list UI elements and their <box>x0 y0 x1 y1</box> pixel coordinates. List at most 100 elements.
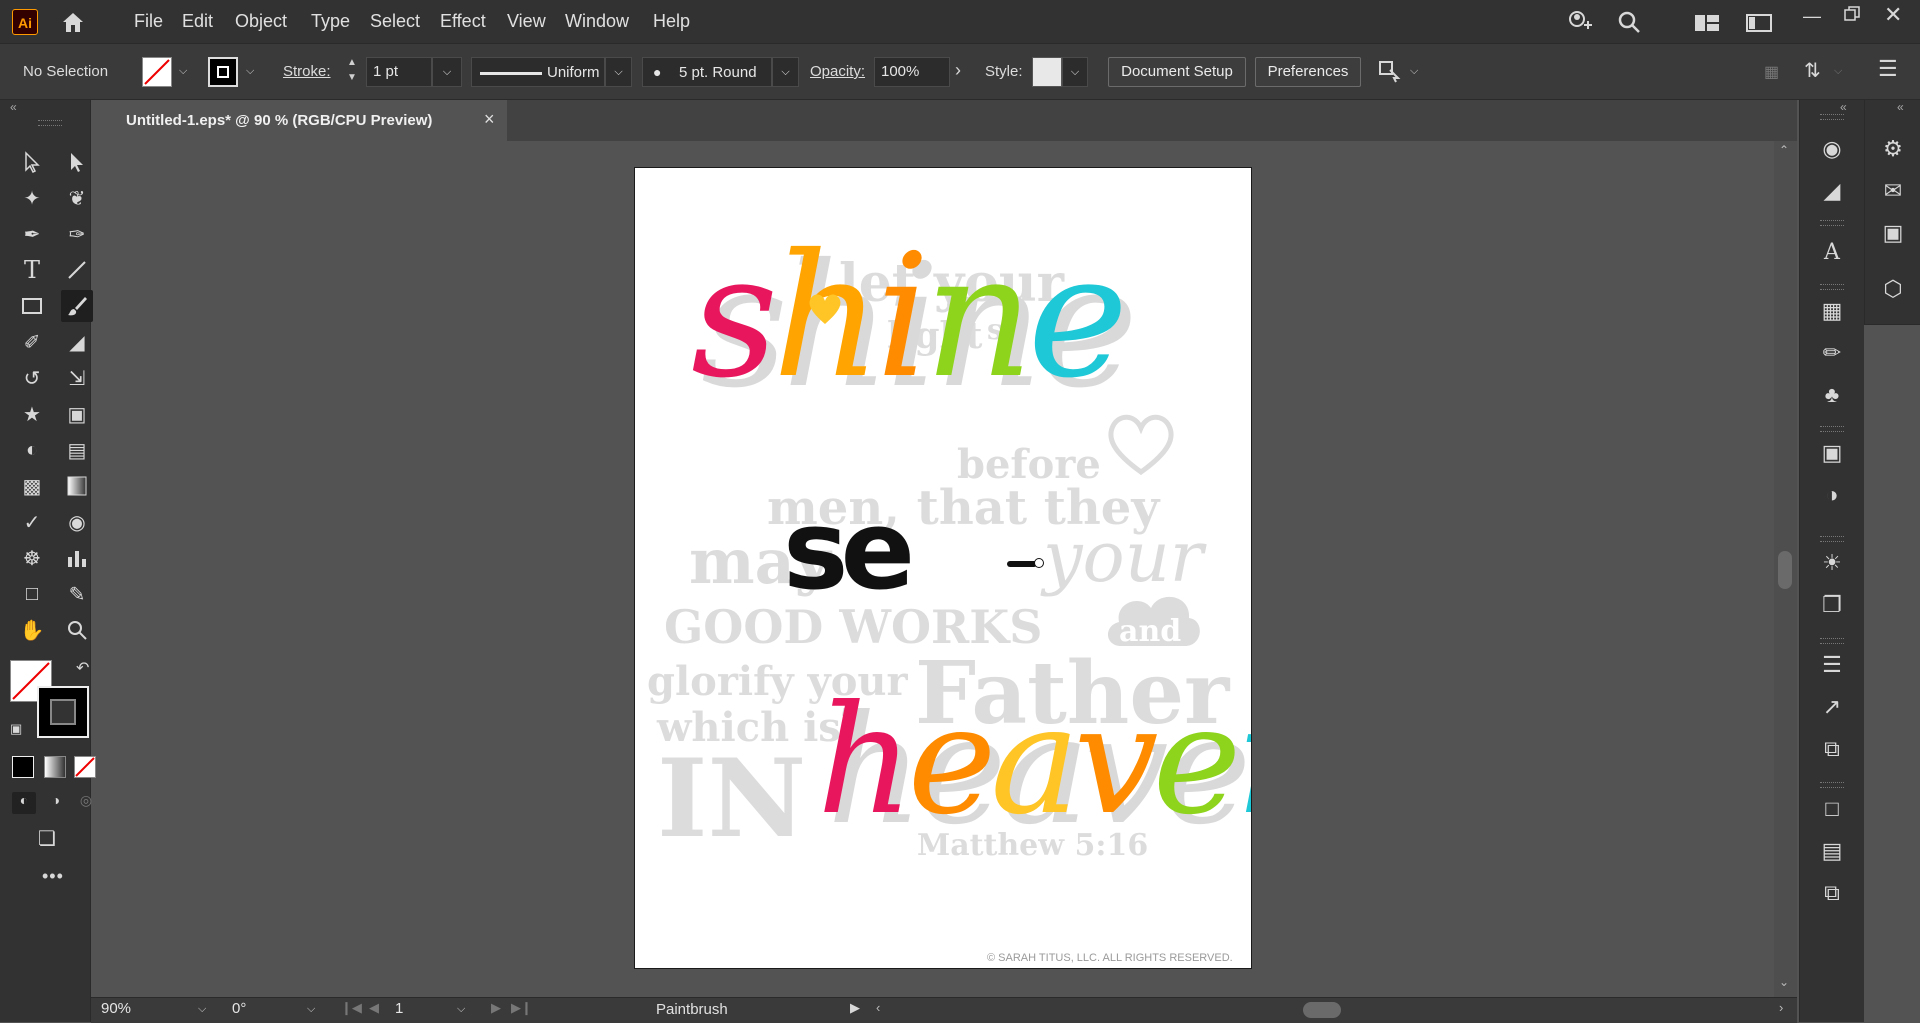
artboards-panel-icon[interactable]: ⧉ <box>1812 736 1852 762</box>
quick-actions-dropdown-icon[interactable]: ⌵ <box>1410 65 1418 78</box>
stroke-color-swatch[interactable] <box>37 686 89 738</box>
artboard[interactable]: let your light so before men, that they … <box>634 167 1252 969</box>
collapse-dock-icon[interactable]: « <box>1840 100 1847 114</box>
paintbrush-tool-icon[interactable] <box>61 290 93 322</box>
preferences-button[interactable]: Preferences <box>1255 57 1361 87</box>
menu-window[interactable]: Window <box>565 11 629 32</box>
layers-panel-icon[interactable]: ☰ <box>1812 652 1852 678</box>
last-artboard-icon[interactable]: ▶❙ <box>511 1000 532 1016</box>
brushes-panel-icon[interactable]: ✏ <box>1812 340 1852 366</box>
dock-grip[interactable] <box>1820 782 1844 788</box>
fill-dropdown-chevron-icon[interactable]: ⌵ <box>179 65 187 78</box>
rectangle-tool-icon[interactable] <box>16 290 48 322</box>
fill-swatch[interactable] <box>142 57 172 87</box>
draw-inside-icon[interactable]: ◎ <box>74 792 98 814</box>
comments-panel-icon[interactable]: ✉ <box>1873 178 1913 204</box>
menu-help[interactable]: Help <box>653 11 690 32</box>
panel-grip[interactable] <box>38 120 62 126</box>
transform-dropdown-icon[interactable]: ⌵ <box>1834 65 1842 78</box>
transform-panel-icon[interactable]: □ <box>1812 796 1852 822</box>
opacity-field[interactable]: 100% <box>874 57 950 87</box>
selection-tool-icon[interactable] <box>16 146 48 178</box>
style-swatch[interactable] <box>1032 57 1062 87</box>
zoom-tool-icon[interactable] <box>61 614 93 646</box>
artboard-tool-icon[interactable]: □ <box>16 578 48 610</box>
scroll-down-icon[interactable]: ⌄ <box>1779 975 1789 989</box>
gradient-tool-icon[interactable] <box>61 470 93 502</box>
rotation-field[interactable]: 0° <box>226 998 296 1022</box>
menu-edit[interactable]: Edit <box>182 11 213 32</box>
lasso-tool-icon[interactable]: ❦ <box>61 182 93 214</box>
dock-grip[interactable] <box>1820 638 1844 644</box>
graphic-styles-panel-icon[interactable]: ❐ <box>1812 592 1852 618</box>
panel-menu-icon[interactable]: ☰ <box>1878 56 1898 82</box>
symbol-sprayer-tool-icon[interactable]: ☸ <box>16 542 48 574</box>
magic-wand-tool-icon[interactable]: ✦ <box>16 182 48 214</box>
menu-file[interactable]: File <box>134 11 163 32</box>
transparency-panel-icon[interactable]: ◑ <box>1812 482 1852 508</box>
screen-mode-icon[interactable]: ❏ <box>38 826 56 851</box>
first-artboard-icon[interactable]: ❙◀ <box>341 1000 362 1016</box>
arrange-documents-icon[interactable] <box>1694 14 1720 37</box>
dock-grip[interactable] <box>1820 220 1844 226</box>
close-window-icon[interactable]: ✕ <box>1884 2 1902 28</box>
menu-view[interactable]: View <box>507 11 546 32</box>
collapse-panel-icon[interactable]: « <box>10 100 17 114</box>
scale-tool-icon[interactable]: ⇲ <box>61 362 93 394</box>
vertical-scrollbar[interactable]: ⌃ ⌄ <box>1774 141 1797 997</box>
artboard-dropdown-icon[interactable]: ⌵ <box>457 1003 465 1016</box>
brush-definition-select[interactable]: ● 5 pt. Round <box>642 57 772 87</box>
workspace-switcher-icon[interactable] <box>1746 14 1772 37</box>
shaper-tool-icon[interactable]: ✐ <box>16 326 48 358</box>
align-panel-icon[interactable]: ▤ <box>1812 838 1852 864</box>
minimize-icon[interactable]: — <box>1803 6 1821 27</box>
direct-selection-tool-icon[interactable] <box>61 146 93 178</box>
zoom-dropdown-icon[interactable]: ⌵ <box>198 1003 206 1016</box>
scroll-left-icon[interactable]: ‹ <box>876 1000 880 1015</box>
column-graph-tool-icon[interactable] <box>61 542 93 574</box>
search-icon[interactable] <box>1617 10 1641 39</box>
stroke-weight-dropdown[interactable]: ⌵ <box>432 57 462 87</box>
stroke-swatch[interactable] <box>208 57 238 87</box>
document-tab[interactable]: Untitled-1.eps* @ 90 % (RGB/CPU Preview)… <box>91 100 507 141</box>
pen-tool-icon[interactable]: ✒ <box>16 218 48 250</box>
gradient-mode-icon[interactable] <box>44 756 66 778</box>
collapse-dock-secondary-icon[interactable]: « <box>1897 100 1904 114</box>
menu-select[interactable]: Select <box>370 11 420 32</box>
quick-actions-icon[interactable] <box>1376 58 1402 89</box>
slice-tool-icon[interactable]: ✎ <box>61 578 93 610</box>
libraries-panel-icon[interactable]: ▣ <box>1873 220 1913 246</box>
status-menu-arrow-icon[interactable]: ▶ <box>850 1000 860 1016</box>
align-grid-icon[interactable]: ▦ <box>1764 62 1779 82</box>
menu-type[interactable]: Type <box>311 11 350 32</box>
restore-icon[interactable] <box>1843 5 1861 28</box>
stroke-stepper[interactable]: ▲ ▼ <box>345 55 359 89</box>
curvature-tool-icon[interactable]: ✑ <box>61 218 93 250</box>
vertical-scroll-thumb[interactable] <box>1778 551 1792 589</box>
eyedropper-tool-icon[interactable]: ✓ <box>16 506 48 538</box>
swatches-panel-icon[interactable]: ▦ <box>1812 298 1852 324</box>
puppet-warp-tool-icon[interactable]: ★ <box>16 398 48 430</box>
character-panel-icon[interactable]: A <box>1812 240 1852 265</box>
rotation-dropdown-icon[interactable]: ⌵ <box>307 1003 315 1016</box>
dock-grip[interactable] <box>1820 114 1844 120</box>
scroll-up-icon[interactable]: ⌃ <box>1779 143 1789 157</box>
color-mode-icon[interactable] <box>12 756 34 778</box>
line-segment-tool-icon[interactable] <box>61 254 93 286</box>
symbols-panel-icon[interactable]: ♣ <box>1812 382 1852 408</box>
more-tools-icon[interactable]: ••• <box>42 866 64 887</box>
dock-grip[interactable] <box>1820 426 1844 432</box>
rotate-tool-icon[interactable]: ↺ <box>16 362 48 394</box>
type-tool-icon[interactable]: T <box>16 254 48 286</box>
previous-artboard-icon[interactable]: ◀ <box>369 1000 379 1016</box>
3d-materials-panel-icon[interactable]: ⬡ <box>1873 276 1913 302</box>
free-transform-tool-icon[interactable]: ▣ <box>61 398 93 430</box>
menu-object[interactable]: Object <box>235 11 287 32</box>
perspective-grid-tool-icon[interactable]: ▤ <box>61 434 93 466</box>
next-artboard-icon[interactable]: ▶ <box>491 1000 501 1016</box>
appearance-panel-icon[interactable]: ☀ <box>1812 550 1852 576</box>
stroke-dropdown-chevron-icon[interactable]: ⌵ <box>246 65 254 78</box>
eraser-tool-icon[interactable]: ◢ <box>61 326 93 358</box>
menu-effect[interactable]: Effect <box>440 11 486 32</box>
blend-tool-icon[interactable]: ◉ <box>61 506 93 538</box>
